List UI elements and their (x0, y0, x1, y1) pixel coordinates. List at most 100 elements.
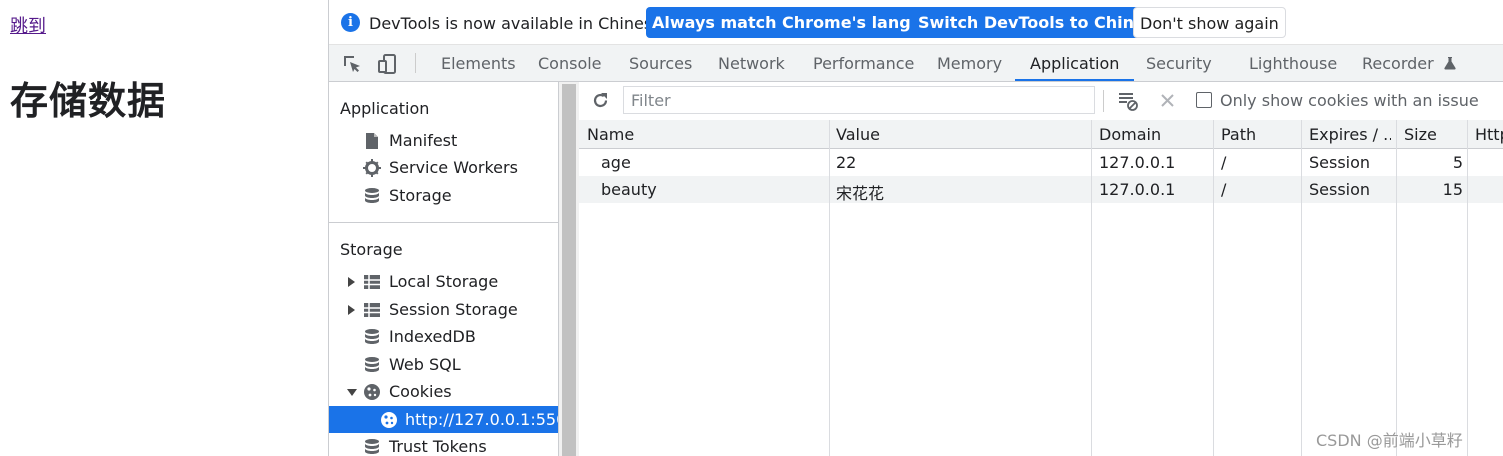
column-header-httponly[interactable]: Http (1475, 125, 1503, 144)
cell-value: 22 (836, 153, 857, 172)
tab-network[interactable]: Network (718, 45, 785, 81)
cell-domain: 127.0.0.1 (1099, 180, 1176, 199)
info-icon: i (341, 13, 360, 32)
tab-lighthouse[interactable]: Lighthouse (1249, 45, 1337, 81)
grid-icon (364, 303, 380, 317)
database-icon (365, 357, 379, 372)
column-divider[interactable] (1396, 120, 1397, 456)
cell-domain: 127.0.0.1 (1099, 153, 1176, 172)
cell-expires: Session (1309, 153, 1371, 172)
sidebar-item-label: Local Storage (389, 272, 499, 291)
devtools-panel: i DevTools is now available in Chinese! … (328, 0, 1503, 456)
sidebar-item-session-storage[interactable]: Session Storage (329, 296, 558, 323)
tab-recorder[interactable]: Recorder (1362, 45, 1457, 81)
column-divider[interactable] (1091, 120, 1092, 456)
table-row[interactable]: beauty 宋花花 127.0.0.1 / Session 15 (579, 176, 1503, 203)
column-header-name[interactable]: Name (587, 125, 634, 144)
cell-size: 15 (1442, 180, 1463, 199)
dont-show-again-button[interactable]: Don't show again (1133, 7, 1286, 38)
column-divider[interactable] (1467, 120, 1468, 456)
inspected-page: 跳到 存储数据 (0, 0, 328, 456)
only-issue-label: Only show cookies with an issue (1220, 91, 1479, 110)
sidebar-divider (329, 222, 558, 223)
cookies-panel: Only show cookies with an issue Name Val… (579, 82, 1503, 456)
grid-icon (364, 275, 380, 289)
tab-application[interactable]: Application (1015, 45, 1135, 81)
sidebar-item-label: Manifest (389, 131, 458, 150)
sidebar-item-label: http://127.0.0.1:5500 (405, 410, 558, 429)
cookie-icon (364, 384, 380, 400)
infobar-message: DevTools is now available in Chinese! (369, 14, 669, 33)
refresh-icon[interactable] (591, 91, 610, 110)
page-heading: 存储数据 (10, 79, 167, 123)
sidebar-item-label: Cookies (389, 382, 452, 401)
filter-input[interactable] (623, 86, 1095, 114)
database-icon (365, 439, 379, 454)
tab-recorder-label: Recorder (1362, 54, 1434, 73)
sidebar-item-indexeddb[interactable]: IndexedDB (329, 323, 558, 350)
cell-name: beauty (601, 180, 657, 199)
tab-security[interactable]: Security (1146, 45, 1212, 81)
tab-memory[interactable]: Memory (937, 45, 1002, 81)
cell-name: age (601, 153, 631, 172)
collapse-arrow-icon[interactable] (347, 389, 357, 396)
cell-size: 5 (1452, 153, 1463, 172)
inspect-element-icon[interactable] (341, 53, 363, 75)
cell-value: 宋花花 (836, 184, 885, 203)
sidebar-item-storage[interactable]: Storage (329, 182, 558, 209)
tab-elements[interactable]: Elements (441, 45, 516, 81)
toolbar-separator (1103, 90, 1104, 112)
sidebar-item-local-storage[interactable]: Local Storage (329, 268, 558, 295)
sidebar-item-cookies[interactable]: Cookies (329, 378, 558, 405)
only-issue-checkbox[interactable] (1196, 92, 1212, 108)
cookies-toolbar: Only show cookies with an issue (579, 82, 1503, 121)
gear-icon (363, 159, 381, 177)
sidebar-item-manifest[interactable]: Manifest (329, 127, 558, 154)
sidebar-scrollbar[interactable] (559, 82, 579, 456)
sidebar-item-label: Storage (389, 186, 452, 205)
cookies-table: Name Value Domain Path Expires / ... Siz… (579, 120, 1503, 456)
device-toolbar-icon[interactable] (377, 53, 399, 75)
table-row[interactable]: age 22 127.0.0.1 / Session 5 (579, 149, 1503, 176)
sidebar-item-web-sql[interactable]: Web SQL (329, 351, 558, 378)
column-header-expires[interactable]: Expires / ... (1309, 125, 1391, 144)
cell-expires: Session (1309, 180, 1371, 199)
column-header-value[interactable]: Value (836, 125, 880, 144)
devtools-tabbar: Elements Console Sources Network Perform… (329, 45, 1503, 82)
column-divider[interactable] (1213, 120, 1214, 456)
experiment-flask-icon (1444, 57, 1456, 70)
column-header-size[interactable]: Size (1404, 125, 1437, 144)
database-icon (365, 329, 379, 344)
scrollbar-thumb[interactable] (562, 84, 576, 456)
sidebar-item-trust-tokens[interactable]: Trust Tokens (329, 433, 558, 456)
clear-filtered-icon[interactable] (1117, 90, 1139, 112)
sidebar-item-cookie-origin[interactable]: http://127.0.0.1:5500 (329, 406, 558, 433)
tab-sources[interactable]: Sources (629, 45, 692, 81)
column-divider[interactable] (1301, 120, 1302, 456)
sidebar-item-label: Service Workers (389, 158, 518, 177)
document-icon (366, 133, 378, 149)
close-icon[interactable] (1159, 92, 1176, 109)
database-icon (365, 188, 379, 203)
application-section-header: Application (340, 99, 430, 118)
expand-arrow-icon[interactable] (348, 277, 355, 287)
tab-console[interactable]: Console (538, 45, 602, 81)
sidebar-item-label: Trust Tokens (389, 437, 487, 456)
sidebar-item-label: Web SQL (389, 355, 461, 374)
jump-link[interactable]: 跳到 (10, 12, 46, 38)
watermark: CSDN @前端小草籽 (1316, 431, 1463, 450)
expand-arrow-icon[interactable] (348, 305, 355, 315)
table-header: Name Value Domain Path Expires / ... Siz… (579, 120, 1503, 149)
sidebar-item-label: Session Storage (389, 300, 518, 319)
column-header-domain[interactable]: Domain (1099, 125, 1161, 144)
sidebar-item-label: IndexedDB (389, 327, 476, 346)
storage-section-header: Storage (340, 240, 403, 259)
column-divider[interactable] (829, 120, 830, 456)
application-sidebar: Application Manifest Service Workers Sto… (329, 82, 559, 456)
tab-performance[interactable]: Performance (813, 45, 914, 81)
column-header-path[interactable]: Path (1221, 125, 1256, 144)
cell-path: / (1221, 180, 1227, 199)
sidebar-item-service-workers[interactable]: Service Workers (329, 154, 558, 181)
cell-path: / (1221, 153, 1227, 172)
cookie-icon (381, 412, 397, 428)
